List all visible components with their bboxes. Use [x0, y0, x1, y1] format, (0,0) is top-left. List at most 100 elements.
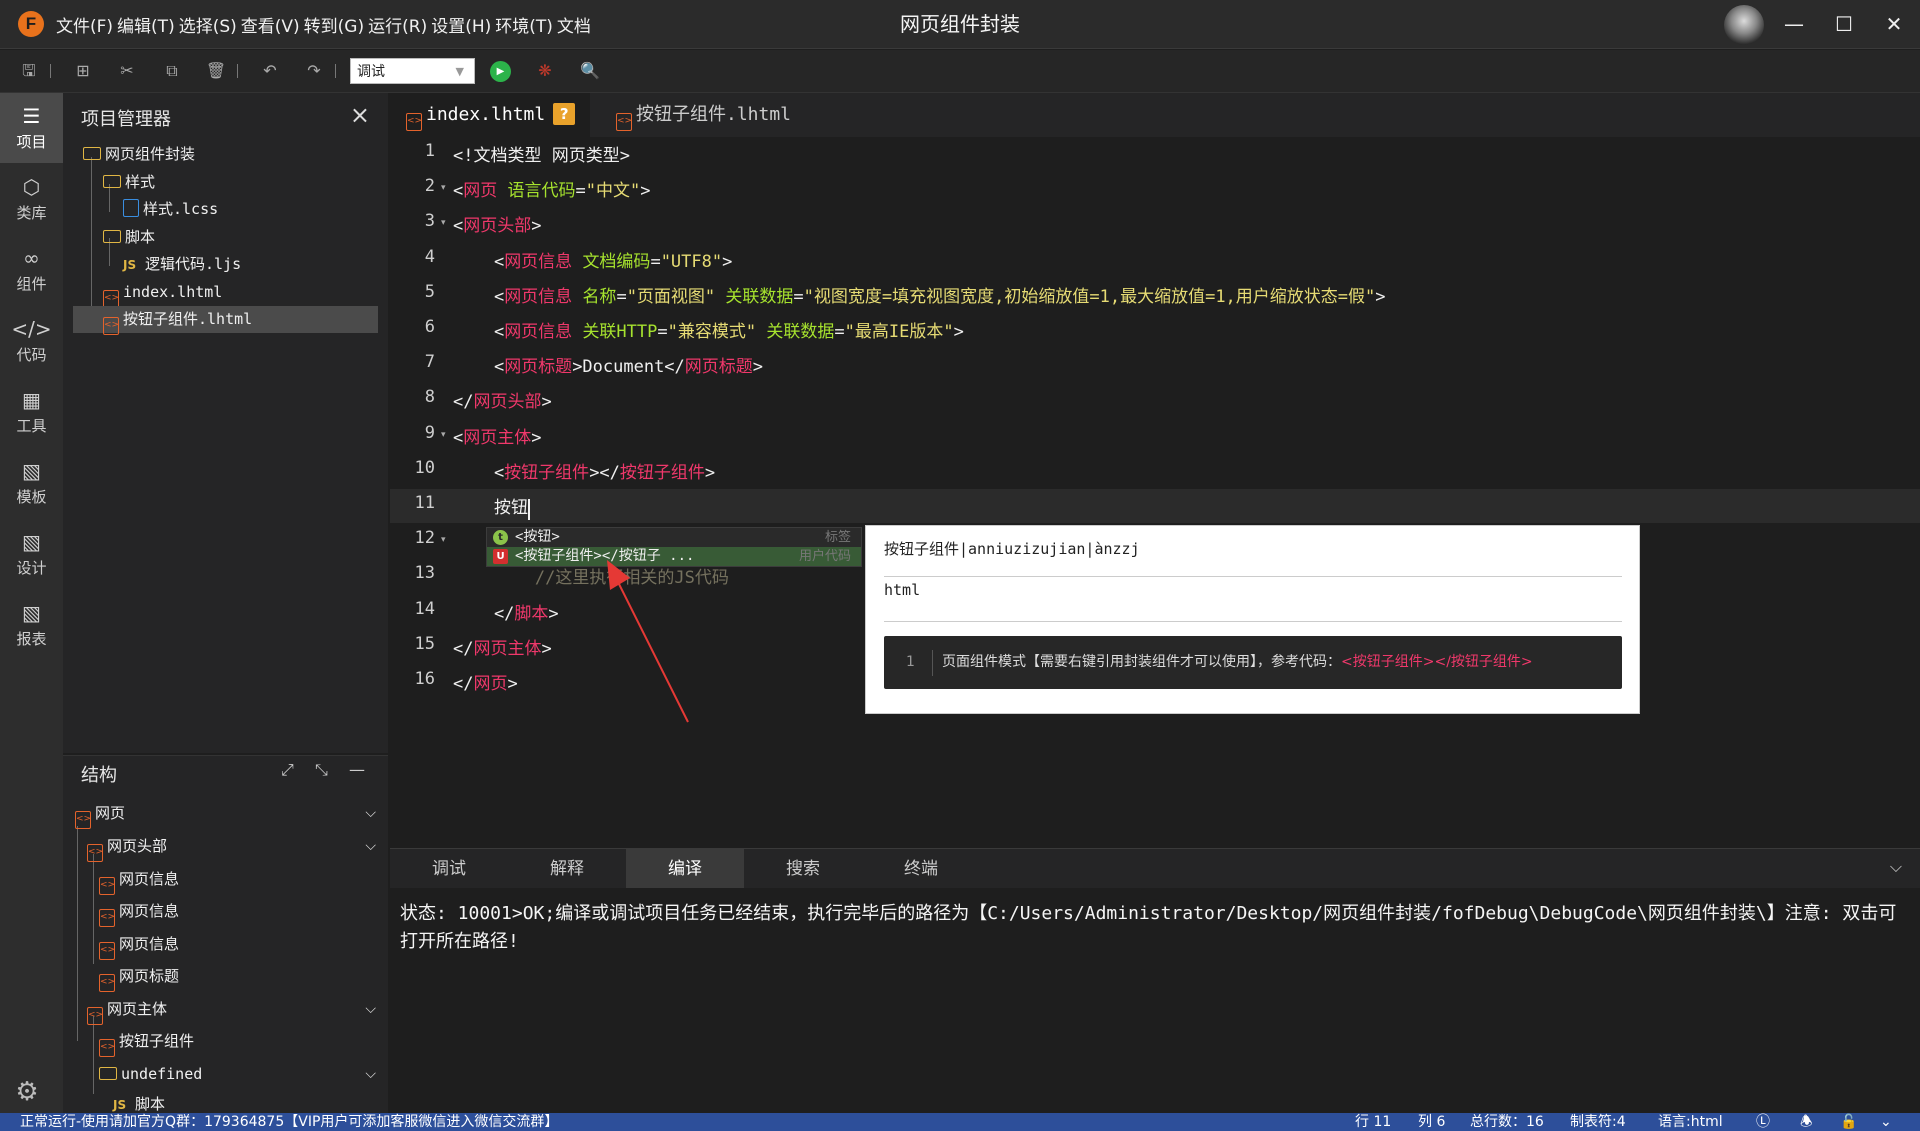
structure-node[interactable]: <> 网页信息: [99, 898, 179, 927]
collapse-all-icon[interactable]: ⤡: [315, 760, 328, 780]
tab-debug[interactable]: 调试: [390, 849, 508, 889]
tab-button-component[interactable]: <> 按钮子组件.lhtml: [600, 93, 830, 137]
menu-settings[interactable]: 设置(H): [431, 12, 491, 37]
activity-code[interactable]: </> 代码: [0, 306, 63, 376]
structure-node[interactable]: undefined ⌵: [99, 1061, 388, 1088]
menu-docs[interactable]: 文档: [557, 12, 591, 37]
chevron-down-icon[interactable]: ⌵: [365, 1061, 376, 1088]
menu-edit[interactable]: 编辑(T): [117, 12, 175, 37]
tab-index-lhtml[interactable]: <> index.lhtml?: [390, 93, 590, 137]
run-mode-select[interactable]: 调试 ▼: [350, 58, 475, 84]
tree-item-button-component-file[interactable]: <> 按钮子组件.lhtml: [73, 306, 378, 335]
tree-guide: [93, 1016, 94, 1094]
output-console[interactable]: 状态: 10001>OK;编译或调试项目任务已经结束，执行完毕后的路径为【C:/…: [390, 888, 1920, 1113]
chevron-down-icon[interactable]: ⌵: [365, 996, 376, 1023]
lock-icon[interactable]: 🔓: [1840, 1113, 1857, 1131]
tree-item-scripts-folder[interactable]: 脚本: [63, 224, 388, 251]
user-avatar[interactable]: [1724, 5, 1764, 45]
structure-node[interactable]: <> 网页信息: [99, 931, 179, 960]
chevron-down-icon: ▼: [455, 65, 464, 78]
preview-search-icon[interactable]: 🔍: [578, 59, 602, 83]
structure-node[interactable]: <> 网页头部 ⌵: [87, 833, 388, 862]
minimize-panel-icon[interactable]: —: [349, 760, 365, 779]
debug-bug-icon[interactable]: ❋: [533, 59, 557, 83]
structure-node[interactable]: <> 网页信息: [99, 866, 179, 895]
autocomplete-item[interactable]: t <按钮> 标签: [487, 528, 861, 547]
activity-reports[interactable]: ▧ 报表: [0, 590, 63, 660]
undo-icon[interactable]: ↶: [258, 59, 282, 83]
activity-templates[interactable]: ▧ 模板: [0, 448, 63, 518]
fold-chevron-icon[interactable]: ▾: [441, 183, 446, 193]
bell-icon[interactable]: 🕭: [1800, 1113, 1813, 1131]
menu-select[interactable]: 选择(S): [179, 12, 237, 37]
line-number: 9: [424, 422, 435, 443]
close-icon[interactable]: ×: [350, 101, 370, 129]
code-line: </网页>: [453, 674, 518, 694]
new-file-icon[interactable]: ⊞: [71, 59, 95, 83]
html-tag-icon: <>: [99, 1039, 115, 1057]
minimize-button[interactable]: —: [1770, 0, 1818, 49]
cut-icon[interactable]: ✂: [115, 59, 139, 83]
copy-icon[interactable]: ⧉: [160, 59, 184, 83]
folder-icon: [83, 147, 101, 160]
template-icon: ▧: [22, 459, 41, 483]
fold-chevron-icon[interactable]: ▾: [441, 430, 446, 440]
status-line[interactable]: 行 11: [1355, 1113, 1391, 1131]
status-language[interactable]: 语言:html: [1658, 1113, 1723, 1131]
html-file-icon: <>: [406, 113, 422, 131]
tab-search[interactable]: 搜索: [744, 849, 862, 889]
run-play-icon[interactable]: ▶: [490, 61, 511, 82]
redo-icon[interactable]: ↷: [302, 59, 326, 83]
chevron-down-icon[interactable]: ⌵: [365, 800, 376, 827]
tree-item-css-file[interactable]: 样式.lcss: [63, 196, 388, 223]
tree-item-root-folder[interactable]: 网页组件封装: [63, 141, 388, 168]
menu-view[interactable]: 查看(V): [241, 12, 300, 37]
activity-library[interactable]: ⬡ 类库: [0, 164, 63, 234]
tab-compile[interactable]: 编译: [626, 849, 744, 889]
chevron-down-icon[interactable]: ⌄: [1880, 1113, 1892, 1131]
fold-chevron-icon[interactable]: ▾: [441, 535, 446, 545]
fold-chevron-icon[interactable]: ▾: [441, 218, 446, 228]
tab-interpret[interactable]: 解释: [508, 849, 626, 889]
html-tag-icon: <>: [87, 844, 103, 862]
structure-node[interactable]: <> 网页 ⌵: [75, 800, 388, 829]
activity-bar: ☰ 项目 ⬡ 类库 ∞ 组件 </> 代码 ▦ 工具 ▧ 模板 ▧ 设计 ▧ 报表: [0, 93, 63, 1113]
autocomplete-item-selected[interactable]: U <按钮子组件></按钮子 ... 用户代码: [487, 547, 861, 566]
code-line: <网页 语言代码="中文">: [453, 181, 651, 202]
divider: [884, 621, 1622, 622]
doc-code-sample: 1 页面组件模式【需要右键引用封装组件才可以使用】，参考代码：<按钮子组件></…: [884, 636, 1622, 689]
code-line: <网页信息 关联HTTP="兼容模式" 关联数据="最高IE版本">: [453, 322, 964, 342]
menu-goto[interactable]: 转到(G): [304, 12, 364, 37]
close-window-button[interactable]: ✕: [1870, 0, 1918, 49]
expand-all-icon[interactable]: ⤢: [281, 760, 294, 780]
gear-icon[interactable]: ⚙: [10, 1075, 44, 1109]
menu-run[interactable]: 运行(R): [368, 12, 427, 37]
menu-file[interactable]: 文件(F): [56, 12, 113, 37]
tab-terminal[interactable]: 终端: [862, 849, 980, 889]
code-editor[interactable]: 1 2 ▾ 3 ▾ 4 5 6 7 8 9 ▾ 10 11 12 ▾ 13 14 15 16 <!文档类型 网页类型>…: [390, 137, 1920, 847]
folder-icon: [99, 1067, 117, 1080]
menu-environment[interactable]: 环境(T): [495, 12, 553, 37]
activity-project[interactable]: ☰ 项目: [0, 93, 63, 163]
status-total-lines: 总行数：16: [1470, 1114, 1544, 1130]
tree-item-js-file[interactable]: JS 逻辑代码.ljs: [63, 251, 388, 278]
save-icon[interactable]: 🖫: [17, 59, 41, 83]
activity-tools[interactable]: ▦ 工具: [0, 377, 63, 447]
structure-node[interactable]: <> 网页主体 ⌵: [87, 996, 388, 1025]
structure-node[interactable]: <> 网页标题: [99, 963, 179, 992]
activity-components[interactable]: ∞ 组件: [0, 235, 63, 305]
delete-icon[interactable]: 🗑: [204, 59, 228, 83]
activity-design[interactable]: ▧ 设计: [0, 519, 63, 589]
design-icon: ▧: [22, 530, 41, 554]
chevron-down-icon[interactable]: ⌵: [1890, 857, 1902, 877]
currency-icon[interactable]: Ⓛ: [1756, 1113, 1770, 1131]
divider: [932, 650, 933, 676]
structure-node[interactable]: <> 按钮子组件: [99, 1028, 194, 1057]
tree-item-index-file[interactable]: <> index.lhtml: [63, 279, 388, 308]
explorer-title: 项目管理器: [81, 109, 171, 130]
chevron-down-icon[interactable]: ⌵: [365, 833, 376, 860]
maximize-button[interactable]: ☐: [1820, 0, 1868, 49]
status-col[interactable]: 列 6: [1418, 1113, 1445, 1131]
status-tab-size[interactable]: 制表符:4: [1570, 1113, 1626, 1131]
tree-item-styles-folder[interactable]: 样式: [63, 169, 388, 196]
